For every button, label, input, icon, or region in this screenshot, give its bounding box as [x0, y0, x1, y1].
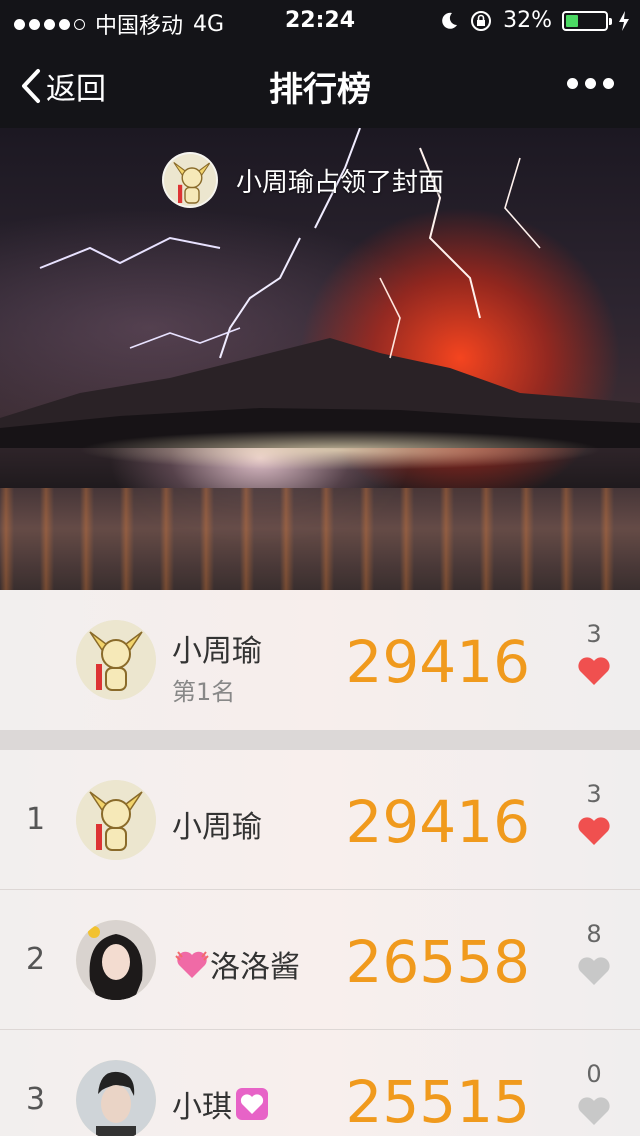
- city-lights: [0, 428, 640, 478]
- heart-icon[interactable]: [577, 956, 611, 986]
- moon-icon: [442, 12, 458, 29]
- page-title: 排行榜: [269, 70, 371, 110]
- my-score: 29416: [345, 628, 530, 696]
- my-name: 小周瑜: [172, 634, 262, 669]
- cover-owner: 小周瑜占领了封面: [162, 152, 444, 208]
- rank-number: 2: [26, 942, 46, 977]
- my-rank-row: 小周瑜 第1名 29416 3: [0, 590, 640, 730]
- like-count: 3: [586, 780, 602, 808]
- player-name: 小周瑜: [172, 802, 262, 846]
- ranking-row[interactable]: 3 小琪 25515 0: [0, 1030, 640, 1136]
- player-score: 26558: [345, 928, 530, 996]
- my-likes[interactable]: 3: [574, 620, 614, 686]
- cover-owner-text: 小周瑜占领了封面: [236, 167, 445, 198]
- heart-icon[interactable]: [577, 1096, 611, 1126]
- status-bar: 中国移动 4G 22:24 32%: [0, 0, 640, 40]
- player-name-text: 小周瑜: [172, 810, 262, 845]
- man-avatar[interactable]: [76, 1060, 156, 1136]
- nav-bar: 返回 排行榜: [0, 40, 640, 128]
- sparkling-heart-icon: [175, 951, 209, 978]
- cartoon-avatar[interactable]: [76, 780, 156, 860]
- like-count: 3: [586, 620, 602, 648]
- player-score: 29416: [345, 788, 530, 856]
- rank-number: 3: [26, 1082, 46, 1117]
- battery-icon: [562, 10, 612, 31]
- status-right: 32%: [439, 8, 630, 33]
- heart-icon[interactable]: [577, 816, 611, 846]
- player-likes[interactable]: 8: [574, 920, 614, 986]
- rank-number: 1: [26, 802, 46, 837]
- ranking-row[interactable]: 1 小周瑜 29416 3: [0, 750, 640, 890]
- rotation-lock-icon: [471, 10, 492, 31]
- player-likes[interactable]: 0: [574, 1060, 614, 1126]
- battery-percent: 32%: [503, 8, 552, 33]
- more-button[interactable]: [567, 78, 614, 89]
- player-name-text: 洛洛酱: [210, 950, 300, 985]
- heart-emoji-icon: [236, 1088, 268, 1120]
- girl-avatar[interactable]: [76, 920, 156, 1000]
- charging-icon: [619, 10, 629, 31]
- like-count: 0: [586, 1060, 602, 1088]
- player-likes[interactable]: 3: [574, 780, 614, 846]
- water-reflection: [0, 488, 640, 590]
- top-bar: 中国移动 4G 22:24 32% 返回 排行榜: [0, 0, 640, 128]
- player-score: 25515: [345, 1068, 530, 1136]
- cartoon-avatar[interactable]: [162, 152, 218, 208]
- cartoon-avatar[interactable]: [76, 620, 156, 700]
- ranking-row[interactable]: 2 洛洛酱 26558 8: [0, 890, 640, 1030]
- cover-image[interactable]: 小周瑜占领了封面: [0, 128, 640, 590]
- player-name: 小琪: [172, 1082, 270, 1126]
- player-name: 洛洛酱: [172, 942, 300, 986]
- heart-icon[interactable]: [577, 656, 611, 686]
- section-divider: [0, 730, 640, 750]
- like-count: 8: [586, 920, 602, 948]
- my-rank-text: 第1名: [172, 678, 236, 706]
- player-name-text: 小琪: [172, 1090, 232, 1125]
